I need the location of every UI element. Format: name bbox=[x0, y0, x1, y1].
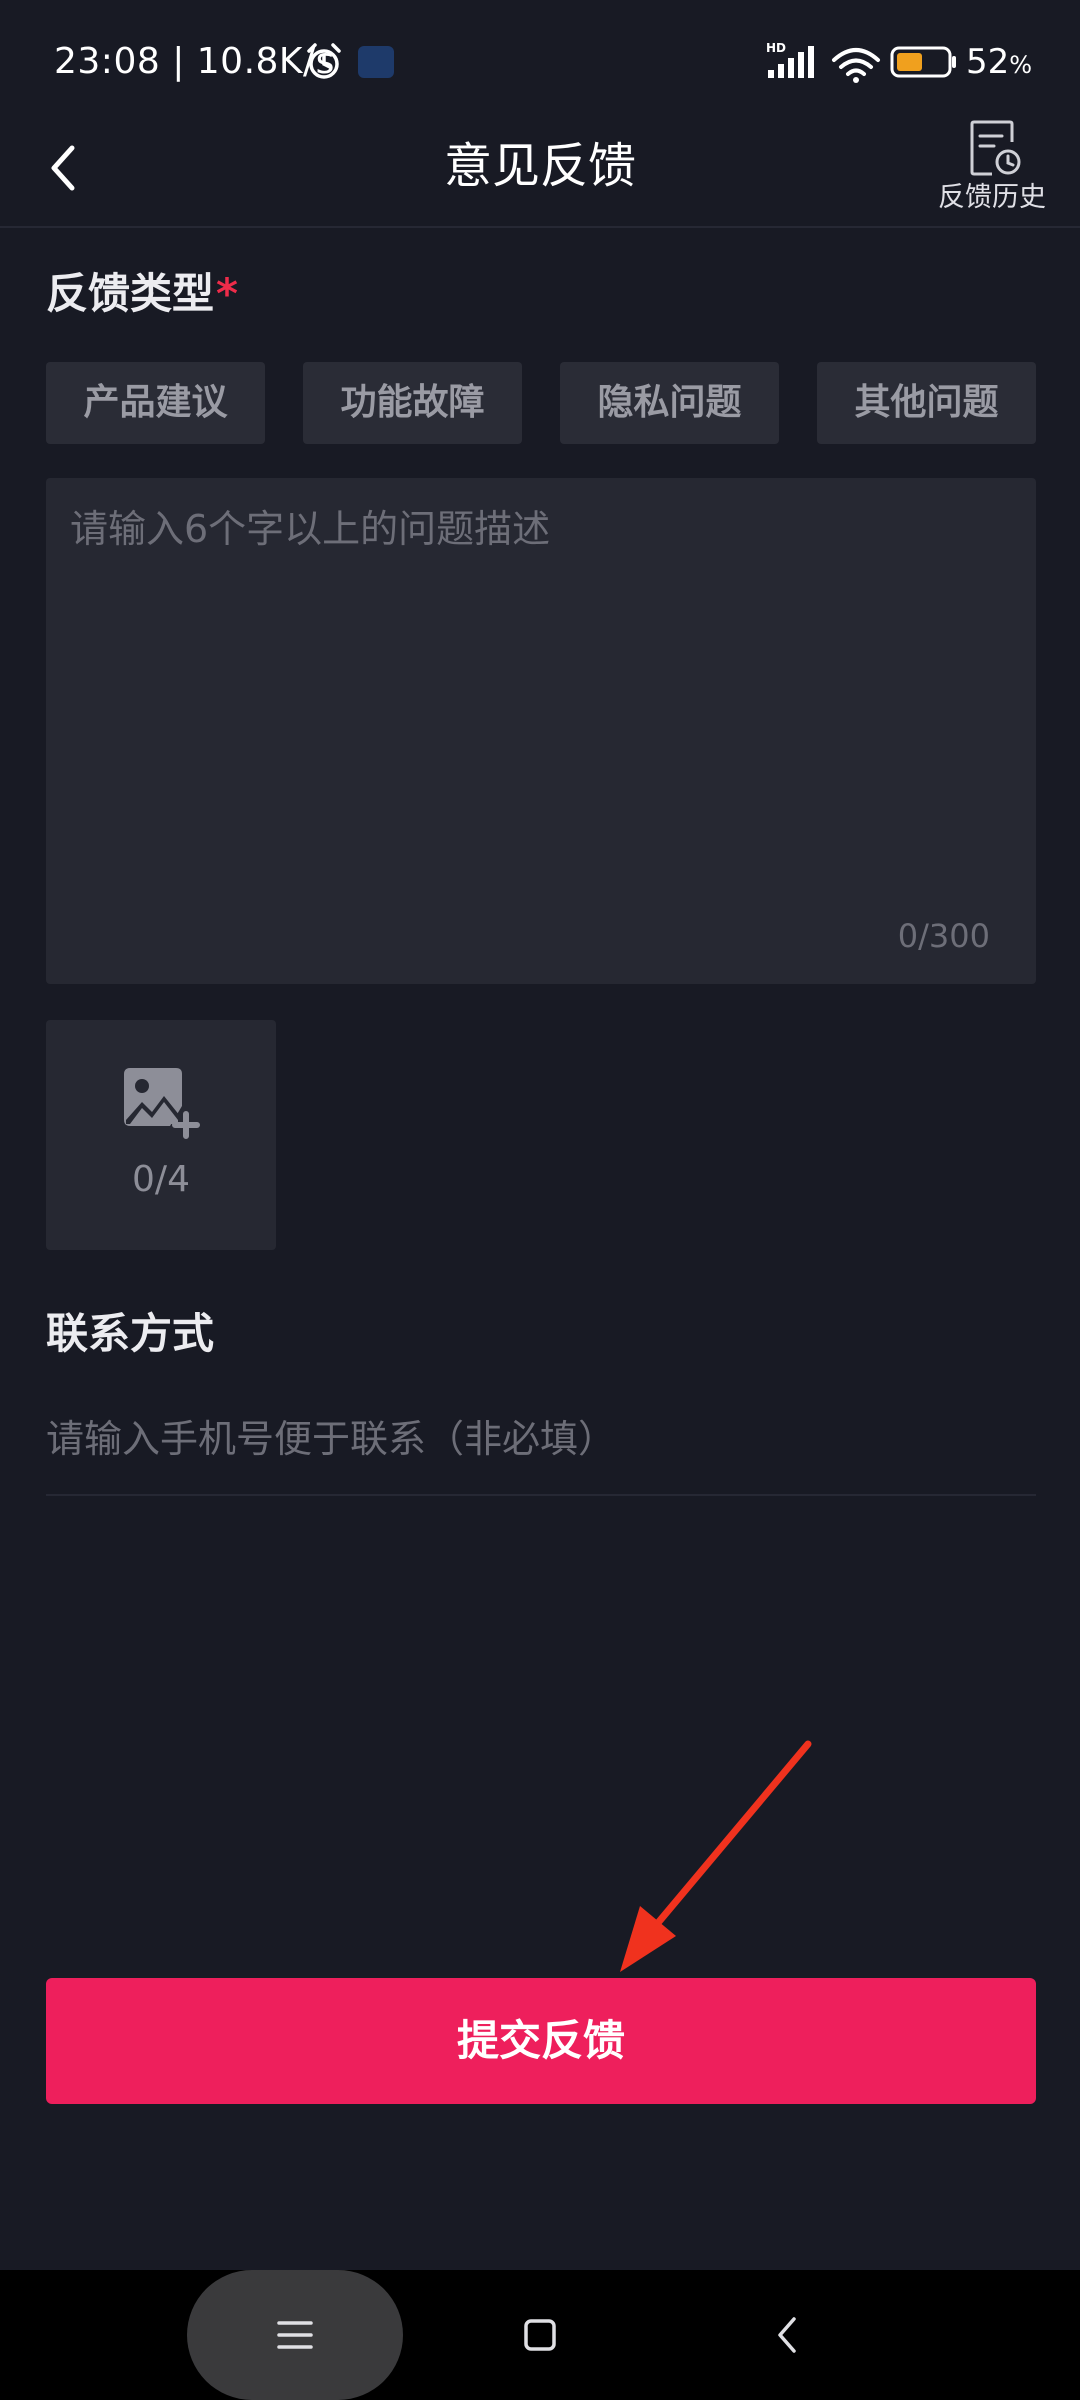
add-image-button[interactable]: 0/4 bbox=[46, 1020, 276, 1250]
contact-title: 联系方式 bbox=[46, 1309, 215, 1358]
contact-divider bbox=[46, 1494, 1036, 1496]
type-option-function-fault[interactable]: 功能故障 bbox=[303, 362, 522, 444]
history-document-icon bbox=[970, 120, 1021, 176]
feedback-history-label: 反馈历史 bbox=[938, 182, 1046, 213]
description-box: 0/300 bbox=[46, 478, 1036, 984]
add-image-icon bbox=[124, 1068, 200, 1139]
battery-icon bbox=[890, 46, 956, 78]
back-button[interactable] bbox=[36, 128, 96, 208]
description-counter: 0/300 bbox=[897, 917, 990, 955]
battery-percent: 52% bbox=[966, 42, 1033, 82]
wifi-icon bbox=[832, 48, 880, 83]
type-option-product-suggestion[interactable]: 产品建议 bbox=[46, 362, 265, 444]
signal-icon: HD bbox=[766, 41, 814, 78]
contact-phone-input[interactable] bbox=[46, 1404, 1036, 1474]
header: 意见反馈 反馈历史 bbox=[0, 120, 1080, 228]
chevron-left-icon bbox=[51, 145, 75, 191]
status-bar: 23:08 | 10.8K/s HD 52% bbox=[0, 0, 1080, 120]
back-chevron-icon[interactable] bbox=[760, 2307, 816, 2363]
image-counter: 0/4 bbox=[132, 1159, 190, 1200]
submit-feedback-button[interactable]: 提交反馈 bbox=[46, 1978, 1036, 2104]
status-time: 23:08 | 10.8K/s bbox=[54, 41, 335, 82]
required-mark: * bbox=[216, 269, 238, 318]
menu-icon bbox=[277, 2321, 313, 2349]
alarm-icon bbox=[307, 43, 341, 79]
network-label: HD bbox=[766, 41, 786, 55]
feedback-history-button[interactable]: 反馈历史 bbox=[930, 120, 1054, 220]
system-nav-bar bbox=[0, 2270, 1080, 2400]
nav-menu-button[interactable] bbox=[187, 2270, 403, 2400]
type-option-privacy-issue[interactable]: 隐私问题 bbox=[560, 362, 779, 444]
app-notification-icon bbox=[358, 46, 394, 78]
feedback-screen: 23:08 | 10.8K/s HD 52% 意见反馈 反馈历史 反馈类型* 产… bbox=[0, 0, 1080, 2400]
home-square-icon[interactable] bbox=[512, 2307, 568, 2363]
feedback-type-title: 反馈类型* bbox=[46, 269, 238, 318]
description-input[interactable] bbox=[70, 502, 1012, 902]
type-option-other-issue[interactable]: 其他问题 bbox=[817, 362, 1036, 444]
feedback-type-options: 产品建议 功能故障 隐私问题 其他问题 bbox=[46, 362, 1036, 444]
page-title: 意见反馈 bbox=[443, 138, 636, 194]
